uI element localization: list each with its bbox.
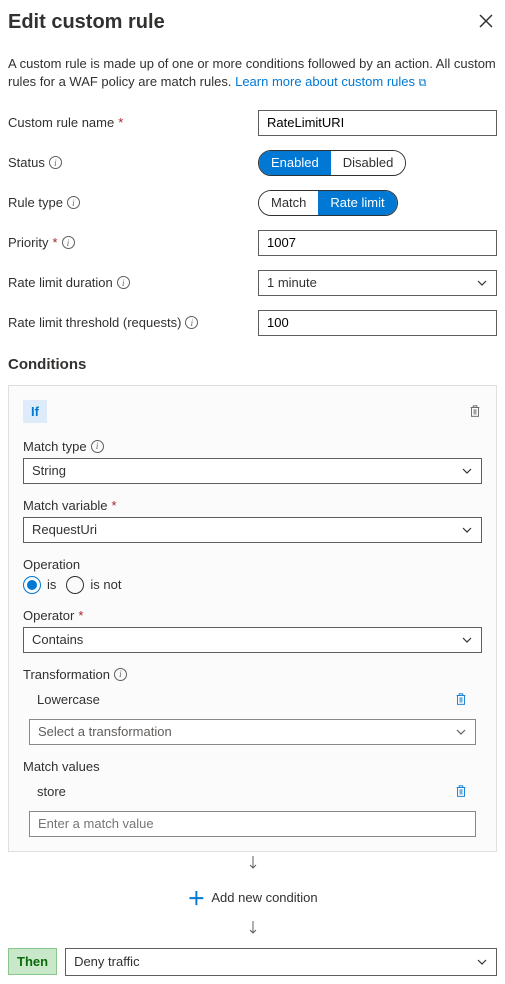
chevron-down-icon	[461, 634, 473, 646]
info-icon[interactable]: i	[91, 440, 104, 453]
close-icon	[479, 14, 493, 28]
trash-icon[interactable]	[454, 784, 468, 798]
duration-label: Rate limit duration i	[8, 275, 258, 290]
status-label: Status i	[8, 155, 258, 170]
rule-type-rate-pill[interactable]: Rate limit	[318, 191, 396, 215]
operation-isnot-label: is not	[90, 577, 121, 592]
info-icon[interactable]: i	[67, 196, 80, 209]
rule-type-match-pill[interactable]: Match	[259, 191, 318, 215]
chevron-down-icon	[476, 277, 488, 289]
transformation-label: Transformation i	[23, 667, 482, 682]
match-values-label: Match values	[23, 759, 482, 774]
duration-value: 1 minute	[267, 275, 317, 290]
transformation-placeholder: Select a transformation	[38, 724, 172, 739]
add-condition-button[interactable]: ＋ Add new condition	[8, 879, 497, 917]
plus-icon: ＋	[187, 885, 205, 911]
threshold-label: Rate limit threshold (requests) i	[8, 315, 258, 330]
match-type-label: Match type i	[23, 439, 482, 454]
learn-more-link[interactable]: Learn more about custom rules ⧉	[235, 74, 426, 89]
action-select[interactable]: Deny traffic	[65, 948, 497, 976]
status-enabled-pill[interactable]: Enabled	[259, 151, 331, 175]
radio-unchecked-icon	[66, 576, 84, 594]
rule-type-label: Rule type i	[8, 195, 258, 210]
chevron-down-icon	[461, 465, 473, 477]
operation-is-radio[interactable]: is	[23, 576, 56, 594]
condition-card: If Match type i String Match variable* R…	[8, 385, 497, 852]
conditions-title: Conditions	[8, 356, 497, 373]
trash-icon[interactable]	[454, 692, 468, 706]
arrow-down-icon	[8, 852, 497, 879]
info-icon[interactable]: i	[114, 668, 127, 681]
chevron-down-icon	[455, 726, 467, 738]
operation-label: Operation	[23, 557, 482, 572]
priority-input[interactable]	[258, 230, 497, 256]
info-icon[interactable]: i	[62, 236, 75, 249]
arrow-down-icon	[8, 917, 497, 944]
if-badge: If	[23, 400, 47, 423]
match-value-item: store	[37, 784, 66, 799]
add-condition-label: Add new condition	[211, 890, 317, 905]
name-input[interactable]	[258, 110, 497, 136]
close-button[interactable]	[475, 8, 497, 37]
info-icon[interactable]: i	[185, 316, 198, 329]
match-variable-label: Match variable*	[23, 498, 482, 513]
name-label: Custom rule name*	[8, 115, 258, 130]
chevron-down-icon	[476, 956, 488, 968]
trash-icon[interactable]	[468, 404, 482, 418]
external-link-icon: ⧉	[419, 77, 427, 89]
operation-isnot-radio[interactable]: is not	[66, 576, 121, 594]
page-title: Edit custom rule	[8, 11, 165, 34]
status-disabled-pill[interactable]: Disabled	[331, 151, 406, 175]
chevron-down-icon	[461, 524, 473, 536]
match-variable-value: RequestUri	[32, 522, 97, 537]
info-icon[interactable]: i	[49, 156, 62, 169]
match-type-value: String	[32, 463, 66, 478]
match-variable-select[interactable]: RequestUri	[23, 517, 482, 543]
transformation-select[interactable]: Select a transformation	[29, 719, 476, 745]
action-value: Deny traffic	[74, 954, 140, 969]
description-text: A custom rule is made up of one or more …	[8, 55, 497, 92]
rule-type-toggle[interactable]: Match Rate limit	[258, 190, 398, 216]
match-type-select[interactable]: String	[23, 458, 482, 484]
operator-value: Contains	[32, 632, 83, 647]
operation-is-label: is	[47, 577, 56, 592]
priority-label: Priority* i	[8, 235, 258, 250]
duration-select[interactable]: 1 minute	[258, 270, 497, 296]
transformation-value: Lowercase	[37, 692, 100, 707]
threshold-input[interactable]	[258, 310, 497, 336]
operator-select[interactable]: Contains	[23, 627, 482, 653]
then-badge: Then	[8, 948, 57, 975]
radio-checked-icon	[23, 576, 41, 594]
status-toggle[interactable]: Enabled Disabled	[258, 150, 406, 176]
operator-label: Operator*	[23, 608, 482, 623]
match-value-input[interactable]	[29, 811, 476, 837]
info-icon[interactable]: i	[117, 276, 130, 289]
